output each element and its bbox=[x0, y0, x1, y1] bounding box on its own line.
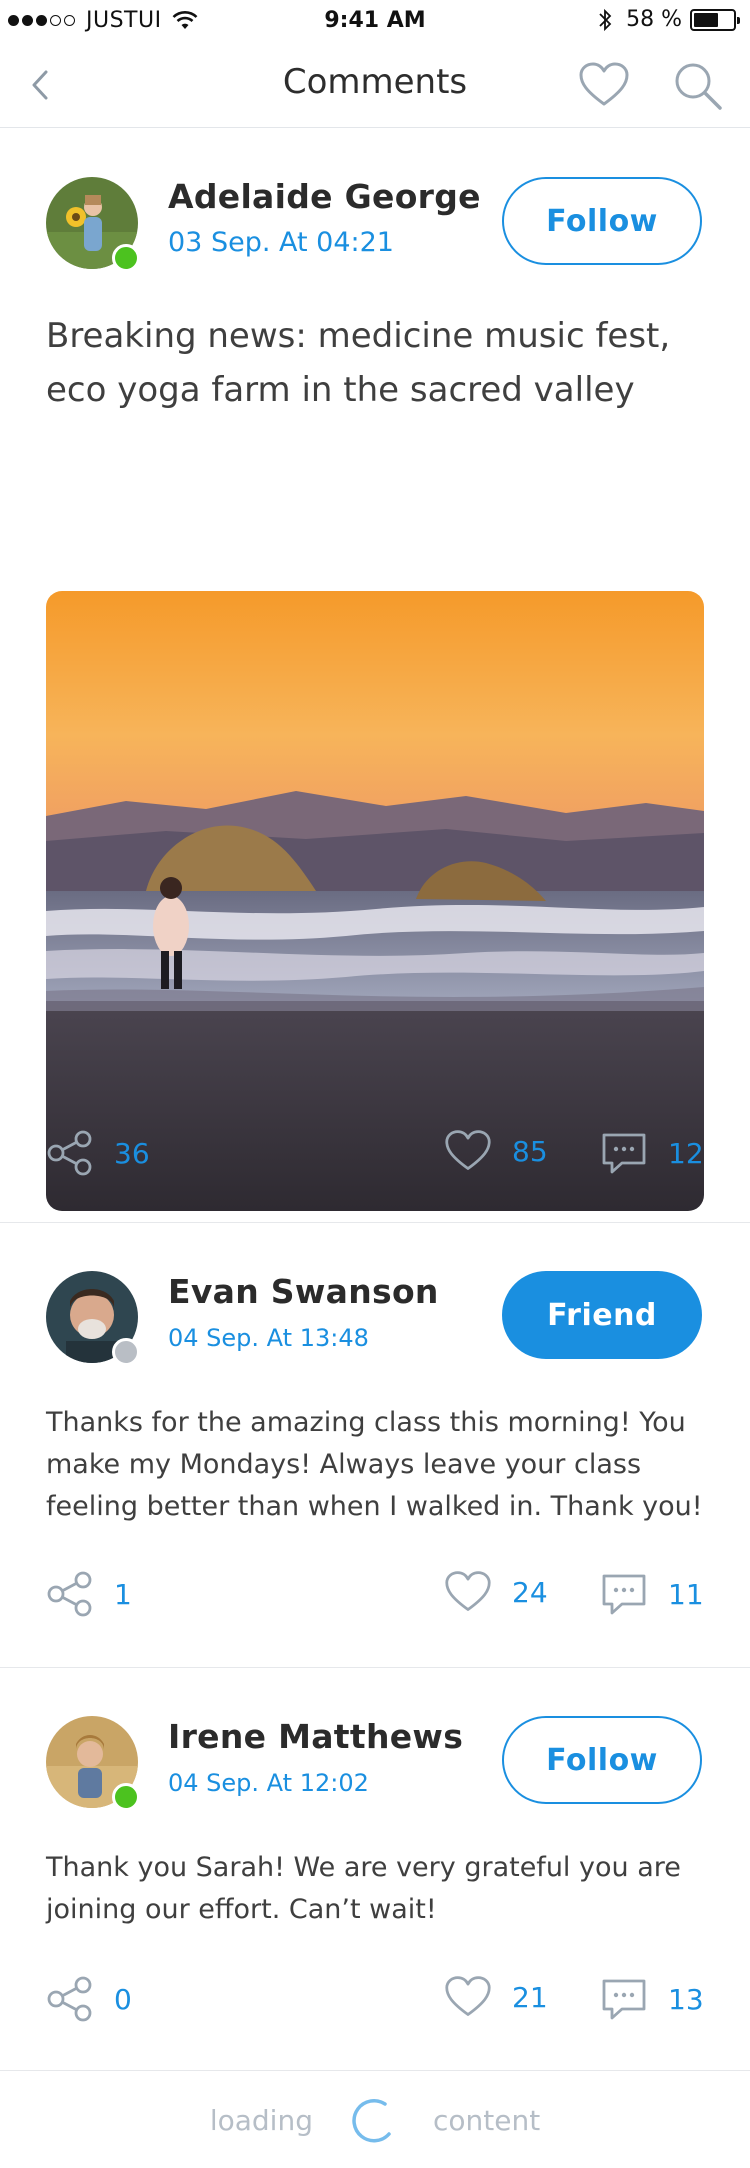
navigation-bar: Comments bbox=[0, 42, 750, 128]
loading-label-right: content bbox=[432, 2103, 541, 2137]
comment-action[interactable]: 11 bbox=[600, 1570, 704, 1618]
author-name[interactable]: Irene Matthews bbox=[168, 1717, 463, 1756]
post-text: Thank you Sarah! We are very grateful yo… bbox=[46, 1852, 681, 1925]
bluetooth-icon bbox=[599, 8, 612, 31]
share-count: 36 bbox=[114, 1136, 150, 1170]
post-photo[interactable] bbox=[46, 591, 704, 1211]
loading-indicator: loading content bbox=[0, 2072, 750, 2168]
like-count: 85 bbox=[512, 1134, 548, 1168]
share-action[interactable]: 0 bbox=[46, 1975, 132, 2023]
share-icon bbox=[47, 1130, 92, 1176]
post-date: 04 Sep. At 12:02 bbox=[168, 1769, 369, 1797]
heart-icon bbox=[445, 1130, 491, 1170]
online-status-dot bbox=[112, 244, 140, 272]
comment-bubble-icon bbox=[602, 1574, 646, 1615]
like-action[interactable]: 21 bbox=[444, 1975, 548, 2019]
post-text: Thanks for the amazing class this mornin… bbox=[46, 1407, 703, 1522]
heart-icon bbox=[445, 1976, 491, 2016]
friend-button[interactable]: Friend bbox=[502, 1271, 702, 1359]
share-icon bbox=[47, 1976, 92, 2022]
post-actions: 1 24 11 bbox=[0, 1570, 750, 1620]
follow-button[interactable]: Follow bbox=[502, 1716, 702, 1804]
heart-icon[interactable] bbox=[578, 62, 630, 108]
beach-photo-image bbox=[46, 591, 704, 1211]
loading-label-left: loading bbox=[209, 2103, 313, 2137]
like-action[interactable]: 85 bbox=[444, 1129, 548, 1173]
author-name[interactable]: Adelaide George bbox=[168, 177, 481, 216]
comment-action[interactable]: 12 bbox=[600, 1129, 704, 1177]
post-date: 04 Sep. At 13:48 bbox=[168, 1324, 369, 1352]
comment-bubble-icon bbox=[602, 1979, 646, 2020]
heart-icon bbox=[445, 1571, 491, 1611]
comment-action[interactable]: 13 bbox=[600, 1975, 704, 2023]
comment-count: 12 bbox=[668, 1136, 704, 1170]
post-card: Evan Swanson 04 Sep. At 13:48 Friend Tha… bbox=[0, 1224, 750, 1668]
page-title: Comments bbox=[282, 62, 468, 102]
post-card: Adelaide George 03 Sep. At 04:21 Follow … bbox=[0, 129, 750, 1223]
like-count: 21 bbox=[512, 1980, 548, 2014]
post-text: Breaking news: medicine music fest, eco … bbox=[46, 316, 671, 410]
share-action[interactable]: 36 bbox=[46, 1129, 150, 1177]
share-icon bbox=[47, 1571, 92, 1617]
comment-bubble-icon bbox=[602, 1133, 646, 1174]
post-card: Irene Matthews 04 Sep. At 12:02 Follow T… bbox=[0, 1669, 750, 2071]
author-name[interactable]: Evan Swanson bbox=[168, 1272, 439, 1311]
share-count: 1 bbox=[114, 1577, 132, 1611]
battery-percent: 58 % bbox=[626, 7, 682, 32]
search-icon[interactable] bbox=[672, 60, 724, 112]
follow-button[interactable]: Follow bbox=[502, 177, 702, 265]
comment-count: 13 bbox=[668, 1982, 704, 2016]
like-action[interactable]: 24 bbox=[444, 1570, 548, 1614]
status-right: 58 % bbox=[598, 7, 740, 32]
share-action[interactable]: 1 bbox=[46, 1570, 132, 1618]
battery-icon bbox=[690, 8, 740, 31]
offline-status-dot bbox=[112, 1338, 140, 1366]
online-status-dot bbox=[112, 1783, 140, 1811]
post-date: 03 Sep. At 04:21 bbox=[168, 227, 394, 258]
status-bar: JUSTUI 9:41 AM 58 % bbox=[0, 0, 750, 42]
share-count: 0 bbox=[114, 1982, 132, 2016]
comment-count: 11 bbox=[668, 1577, 704, 1611]
spinner-icon bbox=[352, 2098, 391, 2143]
post-actions: 0 21 13 bbox=[0, 1975, 750, 2025]
like-count: 24 bbox=[512, 1575, 548, 1609]
post-actions: 36 85 12 bbox=[0, 1129, 750, 1179]
